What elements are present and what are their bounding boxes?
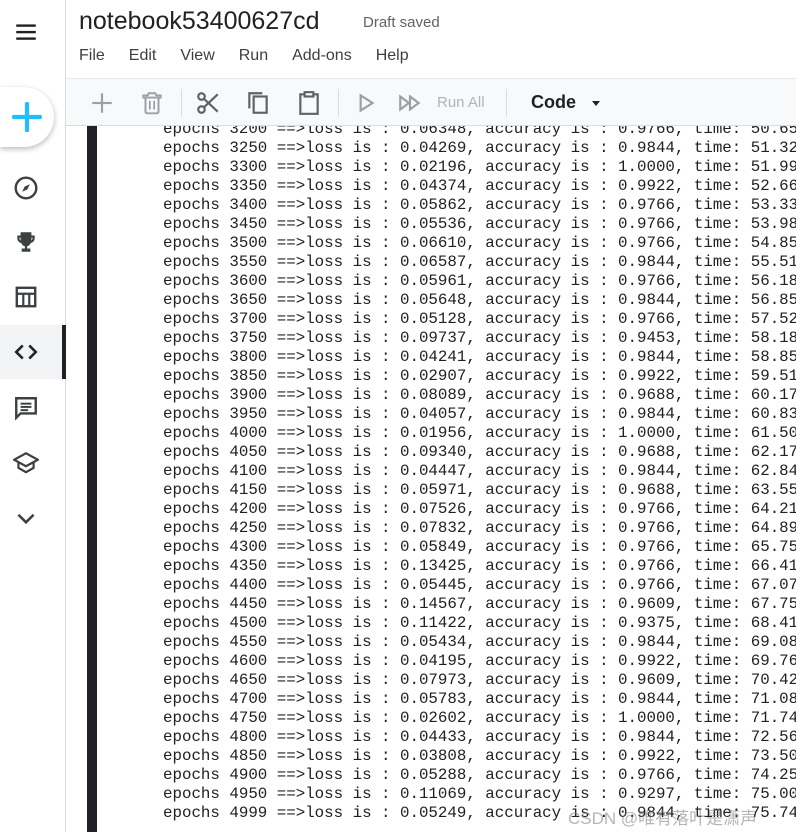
output-line: epochs 3650 ==>loss is : 0.05648, accura… [163,291,796,309]
create-button[interactable] [0,87,54,147]
output-line: epochs 3400 ==>loss is : 0.05862, accura… [163,196,796,214]
output-line: epochs 4750 ==>loss is : 0.02602, accura… [163,709,796,727]
output-line: epochs 3600 ==>loss is : 0.05961, accura… [163,272,796,290]
output-line: epochs 4250 ==>loss is : 0.07832, accura… [163,519,796,537]
play-icon [359,93,375,113]
output-line: epochs 4950 ==>loss is : 0.11069, accura… [163,785,796,803]
toolbar-divider [181,89,182,117]
toolbar-divider [506,89,507,117]
output-line: epochs 4550 ==>loss is : 0.05434, accura… [163,633,796,651]
menu-file[interactable]: File [79,47,105,65]
notebook-header: notebook53400627cd Draft saved File Edit… [66,0,796,78]
output-line: epochs 4100 ==>loss is : 0.04447, accura… [163,462,796,480]
output-line: epochs 3200 ==>loss is : 0.06348, accura… [163,126,796,138]
output-line: epochs 3350 ==>loss is : 0.04374, accura… [163,177,796,195]
menu-icon[interactable] [0,12,52,52]
run-cell-button[interactable] [349,87,381,119]
notebook-title[interactable]: notebook53400627cd [79,7,320,36]
output-line: epochs 4050 ==>loss is : 0.09340, accura… [163,443,796,461]
run-all-label[interactable]: Run All [437,94,485,111]
scissors-icon [197,92,219,114]
output-line: epochs 4350 ==>loss is : 0.13425, accura… [163,557,796,575]
comment-icon[interactable] [0,388,52,428]
plus-icon [92,93,112,113]
menu-view[interactable]: View [180,47,214,65]
output-line: epochs 3950 ==>loss is : 0.04057, accura… [163,405,796,423]
save-status: Draft saved [363,14,440,31]
output-line: epochs 3300 ==>loss is : 0.02196, accura… [163,158,796,176]
output-line: epochs 3750 ==>loss is : 0.09737, accura… [163,329,796,347]
clipboard-icon [299,91,319,115]
output-line: epochs 3800 ==>loss is : 0.04241, accura… [163,348,796,366]
output-line: epochs 4850 ==>loss is : 0.03808, accura… [163,747,796,765]
toolbar-divider [338,89,339,117]
output-line: epochs 4400 ==>loss is : 0.05445, accura… [163,576,796,594]
output-line: epochs 4800 ==>loss is : 0.04433, accura… [163,728,796,746]
output-line: epochs 3450 ==>loss is : 0.05536, accura… [163,215,796,233]
menu-run[interactable]: Run [239,47,268,65]
output-log: epochs 3200 ==>loss is : 0.06348, accura… [163,126,796,823]
fast-forward-icon [399,94,421,112]
output-line: epochs 3550 ==>loss is : 0.06587, accura… [163,253,796,271]
output-line: epochs 4300 ==>loss is : 0.05849, accura… [163,538,796,556]
output-line: epochs 4000 ==>loss is : 0.01956, accura… [163,424,796,442]
paste-button[interactable] [293,87,325,119]
output-line: epochs 4450 ==>loss is : 0.14567, accura… [163,595,796,613]
add-cell-button[interactable] [86,87,118,119]
output-line: epochs 4200 ==>loss is : 0.07526, accura… [163,500,796,518]
output-line: epochs 4650 ==>loss is : 0.07973, accura… [163,671,796,689]
trash-icon [142,92,162,115]
code-icon [14,344,38,360]
left-sidebar [0,0,66,832]
output-line: epochs 3850 ==>loss is : 0.02907, accura… [163,367,796,385]
output-line: epochs 3250 ==>loss is : 0.04269, accura… [163,139,796,157]
output-line: epochs 4600 ==>loss is : 0.04195, accura… [163,652,796,670]
table-icon[interactable] [0,277,52,317]
sidebar-item-code[interactable] [0,325,66,379]
delete-cell-button[interactable] [136,87,168,119]
cell-output: epochs 3200 ==>loss is : 0.06348, accura… [66,126,796,832]
menu-help[interactable]: Help [376,47,409,65]
school-icon[interactable] [0,443,52,483]
cut-button[interactable] [192,87,224,119]
menu-add-ons[interactable]: Add-ons [292,47,352,65]
watermark: CSDN @唯有落叶是潇声 [568,809,758,828]
caret-down-icon [592,100,600,106]
output-line: epochs 4150 ==>loss is : 0.05971, accura… [163,481,796,499]
output-line: epochs 3500 ==>loss is : 0.06610, accura… [163,234,796,252]
menu-bar: File Edit View Run Add-ons Help [79,47,433,65]
run-all-icon-button[interactable] [394,87,426,119]
output-line: epochs 4500 ==>loss is : 0.11422, accura… [163,614,796,632]
output-line: epochs 4700 ==>loss is : 0.05783, accura… [163,690,796,708]
menu-edit[interactable]: Edit [129,47,157,65]
compass-icon[interactable] [0,168,52,208]
output-line: epochs 3700 ==>loss is : 0.05128, accura… [163,310,796,328]
copy-button[interactable] [242,87,274,119]
output-line: epochs 4900 ==>loss is : 0.05288, accura… [163,766,796,784]
cell-type-select[interactable]: Code [531,92,602,113]
cell-focus-bar [87,126,97,832]
copy-icon [248,92,268,114]
notebook-toolbar: Run All Code [66,78,796,126]
add-icon [12,102,42,132]
output-line: epochs 3900 ==>loss is : 0.08089, accura… [163,386,796,404]
cell-type-value: Code [531,92,576,112]
chevron-down-icon[interactable] [0,498,52,538]
trophy-icon[interactable] [0,222,52,262]
